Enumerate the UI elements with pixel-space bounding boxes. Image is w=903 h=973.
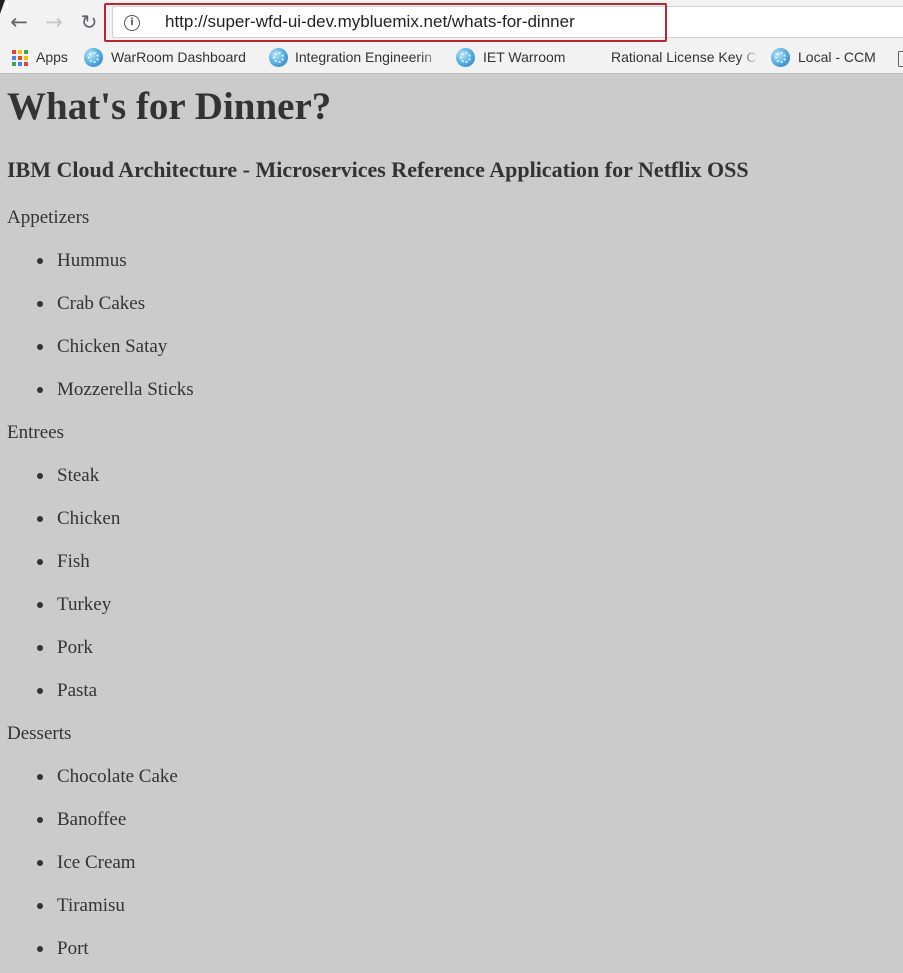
menu-item: Banoffee xyxy=(37,809,127,831)
menu-item-label: Turkey xyxy=(57,594,112,615)
menu-item: Port xyxy=(37,938,89,960)
browser-toolbar: ← → ↻ i http://super-wfd-ui-dev.mybluemi… xyxy=(0,0,903,44)
bookmark-label: Local - CCM xyxy=(798,49,876,65)
menu-item-label: Mozzerella Sticks xyxy=(57,379,194,400)
bookmark-label: Integration Engineerin xyxy=(295,49,432,65)
page-subtitle: IBM Cloud Architecture - Microservices R… xyxy=(7,157,749,182)
category-desserts: Desserts xyxy=(7,723,72,744)
menu-item: Ice Cream xyxy=(37,852,136,874)
bookmark-label: IET Warroom xyxy=(483,49,566,65)
menu-item-label: Chicken Satay xyxy=(57,336,168,357)
menu-item-label: Fish xyxy=(57,551,90,572)
bookmark-label: Apps xyxy=(36,49,68,65)
bookmark-apps[interactable]: Apps xyxy=(0,44,75,73)
menu-item: Pasta xyxy=(37,680,98,702)
back-arrow-icon[interactable]: ← xyxy=(7,9,31,35)
info-icon[interactable]: i xyxy=(124,15,140,31)
menu-item: Steak xyxy=(37,465,100,487)
menu-item-label: Crab Cakes xyxy=(57,293,146,314)
category-entrees: Entrees xyxy=(7,422,64,443)
menu-item: Fish xyxy=(37,551,90,573)
bookmark-label: Rational License Key C xyxy=(611,49,757,65)
bookmark-integration-engineering[interactable]: Integration Engineerin xyxy=(269,44,441,73)
menu-item-label: Chocolate Cake xyxy=(57,766,178,787)
menu-item: Hummus xyxy=(37,250,127,272)
globe-icon xyxy=(771,48,790,67)
folder-icon[interactable] xyxy=(898,51,903,67)
url-text[interactable]: http://super-wfd-ui-dev.mybluemix.net/wh… xyxy=(165,12,575,32)
menu-item-label: Ice Cream xyxy=(57,852,136,873)
menu-item-label: Chicken xyxy=(57,508,121,529)
menu-item-label: Pork xyxy=(57,637,93,658)
globe-icon xyxy=(269,48,288,67)
category-appetizers: Appetizers xyxy=(7,207,90,228)
bookmark-rational-license-key[interactable]: Rational License Key C xyxy=(611,44,759,73)
bookmark-warroom-dashboard[interactable]: WarRoom Dashboard xyxy=(84,44,264,73)
menu-item-label: Hummus xyxy=(57,250,127,271)
reload-icon[interactable]: ↻ xyxy=(77,9,101,35)
bookmark-local-ccm[interactable]: Local - CCM xyxy=(771,44,886,73)
menu-item-label: Tiramisu xyxy=(57,895,125,916)
bookmark-iet-warroom[interactable]: IET Warroom xyxy=(456,44,576,73)
menu-item-label: Banoffee xyxy=(57,809,127,830)
menu-item: Chicken xyxy=(37,508,121,530)
page-title: What's for Dinner? xyxy=(7,85,332,128)
menu-item-label: Port xyxy=(57,938,89,959)
globe-icon xyxy=(84,48,103,67)
menu-item: Chicken Satay xyxy=(37,336,168,358)
menu-item: Tiramisu xyxy=(37,895,125,917)
menu-item: Crab Cakes xyxy=(37,293,146,315)
apps-grid-icon xyxy=(12,50,28,66)
bookmarks-bar: Apps WarRoom Dashboard Integration Engin… xyxy=(0,44,903,74)
menu-item: Pork xyxy=(37,637,93,659)
bookmark-label: WarRoom Dashboard xyxy=(111,49,246,65)
address-bar[interactable]: i http://super-wfd-ui-dev.mybluemix.net/… xyxy=(112,6,903,38)
forward-arrow-icon[interactable]: → xyxy=(42,9,66,35)
menu-item: Chocolate Cake xyxy=(37,766,178,788)
menu-item-label: Pasta xyxy=(57,680,98,701)
globe-icon xyxy=(456,48,475,67)
mouse-cursor-icon xyxy=(0,0,9,14)
menu-item: Turkey xyxy=(37,594,112,616)
menu-item-label: Steak xyxy=(57,465,100,486)
menu-item: Mozzerella Sticks xyxy=(37,379,194,401)
